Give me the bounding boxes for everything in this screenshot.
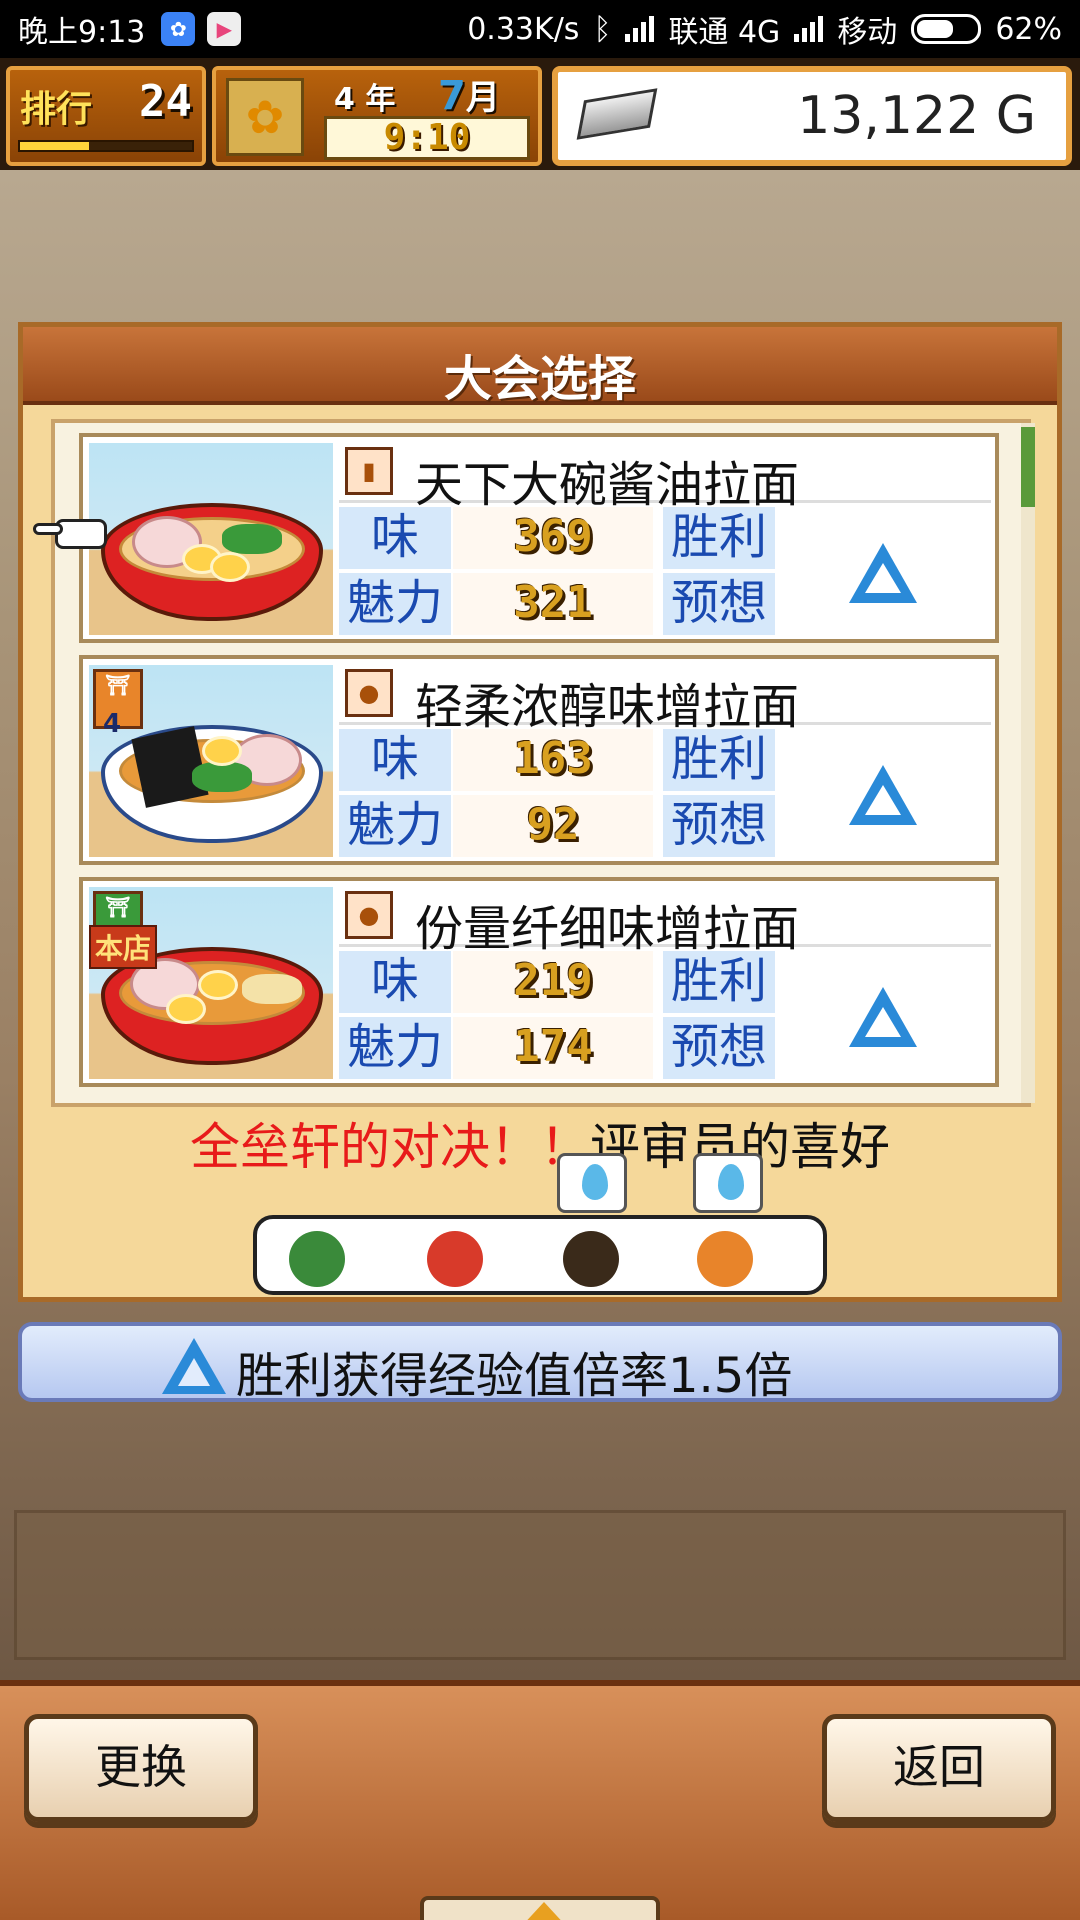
money-panel: 13,122 G — [552, 66, 1072, 166]
ramen-image — [89, 443, 333, 635]
bonus-text: 胜利获得经验值倍率1.5倍 — [236, 1348, 793, 1404]
item-header: ● 轻柔浓醇味增拉面 — [339, 661, 991, 735]
ramen-name: 天下大碗酱油拉面 — [415, 457, 800, 513]
ramen-item[interactable]: ⛩ 4 ● 轻柔浓醇味增拉面 味 163 胜利 魅力 92 预想 — [79, 655, 999, 865]
month-label: 7月 — [438, 73, 500, 119]
judge-panel — [253, 1153, 827, 1295]
win-forecast — [779, 507, 991, 637]
win-forecast — [779, 729, 991, 859]
rank-value: 24 — [139, 76, 192, 127]
shop-number: 4 — [103, 709, 122, 739]
top-hud: 排行 24 ✿ 4 年 7月 9:10 13,122 G — [0, 58, 1080, 170]
ramen-item[interactable]: ▮ 天下大碗酱油拉面 味 369 胜利 魅力 321 预想 — [79, 433, 999, 643]
rank-label: 排行 — [20, 89, 93, 130]
ramen-item[interactable]: ⛩ 本店 ● 份量纤细味增拉面 味 219 胜利 魅力 174 预想 — [79, 877, 999, 1087]
triangle-icon — [849, 765, 917, 825]
win-forecast — [779, 951, 991, 1081]
signal-icon — [794, 16, 824, 42]
miso-icon: ● — [345, 891, 393, 939]
scrollbar-thumb[interactable] — [1021, 427, 1035, 507]
signal-icon — [625, 16, 655, 42]
water-drop-icon — [582, 1164, 608, 1200]
tournament-select-dialog: 大会选择 ▮ 天下大碗酱油拉面 味 369 胜利 魅力 321 预想 ⛩ 4 ●… — [18, 322, 1062, 1302]
ramen-image: ⛩ 本店 — [89, 887, 333, 1079]
rank-progress-bar — [18, 140, 194, 152]
charm-label: 魅力 — [339, 795, 451, 857]
judge-avatar — [427, 1231, 483, 1287]
background-panel — [14, 1510, 1066, 1660]
carrier-mobile: 移动 — [837, 15, 898, 50]
versus-title: 全垒轩的对决！！ — [190, 1118, 590, 1176]
carrier-unicom: 联通 4G — [668, 15, 781, 50]
item-header: ▮ 天下大碗酱油拉面 — [339, 439, 991, 513]
judge-avatar — [289, 1231, 345, 1287]
back-button[interactable]: 返回 — [822, 1714, 1056, 1822]
judge-avatar — [563, 1231, 619, 1287]
forecast-label: 预想 — [663, 1017, 775, 1079]
date-panel: ✿ 4 年 7月 9:10 — [212, 66, 542, 166]
dialog-header: 大会选择 — [23, 327, 1057, 407]
item-header: ● 份量纤细味增拉面 — [339, 883, 991, 957]
taste-value: 219 — [453, 951, 653, 1013]
ramen-name: 份量纤细味增拉面 — [415, 901, 800, 957]
stat-grid: 味 369 胜利 魅力 321 预想 — [339, 507, 991, 639]
soy-sauce-icon: ▮ — [345, 447, 393, 495]
judge-bubble — [557, 1153, 627, 1213]
net-speed: 0.33K/s — [467, 11, 580, 47]
forecast-label: 预想 — [663, 795, 775, 857]
taste-value: 369 — [453, 507, 653, 569]
rank-panel[interactable]: 排行 24 — [6, 66, 206, 166]
hand-pointer-icon — [33, 513, 107, 553]
charm-value: 321 — [453, 573, 653, 635]
year-label: 4 年 — [334, 82, 396, 117]
win-label: 胜利 — [663, 951, 775, 1013]
charm-label: 魅力 — [339, 1017, 451, 1079]
footer: 更换 返回 — [0, 1680, 1080, 1920]
triangle-icon — [162, 1338, 226, 1394]
bowl-icon — [101, 503, 323, 621]
battery-icon — [911, 14, 982, 44]
play-app-icon: ▶ — [207, 12, 242, 46]
menu-tab-button[interactable] — [420, 1896, 660, 1920]
bowl-icon — [101, 725, 323, 843]
main-store-badge: 本店 — [89, 925, 158, 969]
win-label: 胜利 — [663, 507, 775, 569]
taste-label: 味 — [339, 951, 451, 1013]
miso-icon: ● — [345, 669, 393, 717]
scrollbar[interactable] — [1021, 423, 1035, 1103]
money-value: 13,122 G — [797, 86, 1036, 146]
ramen-name: 轻柔浓醇味增拉面 — [415, 679, 800, 735]
clock-display: 9:10 — [324, 116, 530, 160]
triangle-icon — [849, 543, 917, 603]
taste-label: 味 — [339, 507, 451, 569]
forecast-label: 预想 — [663, 573, 775, 635]
bluetooth-icon: ᛒ — [593, 11, 612, 47]
water-drop-icon — [718, 1164, 744, 1200]
taste-value: 163 — [453, 729, 653, 791]
battery-percent: 62% — [995, 11, 1062, 47]
charm-label: 魅力 — [339, 573, 451, 635]
change-button[interactable]: 更换 — [24, 1714, 258, 1822]
baidu-app-icon: ✿ — [161, 12, 196, 46]
status-bar: 晚上9:13 ✿ ▶ 0.33K/s ᛒ 联通 4G 移动 62% — [0, 0, 1080, 58]
money-bar-icon — [576, 88, 658, 140]
taste-label: 味 — [339, 729, 451, 791]
judge-bubble — [693, 1153, 763, 1213]
charm-value: 92 — [453, 795, 653, 857]
ramen-list[interactable]: ▮ 天下大碗酱油拉面 味 369 胜利 魅力 321 预想 ⛩ 4 ● 轻柔浓醇… — [51, 419, 1035, 1107]
judge-avatar — [697, 1231, 753, 1287]
stat-grid: 味 163 胜利 魅力 92 预想 — [339, 729, 991, 861]
bonus-banner: 胜利获得经验值倍率1.5倍 — [18, 1322, 1062, 1404]
ramen-image: ⛩ 4 — [89, 665, 333, 857]
versus-line: 全垒轩的对决！！评审员的喜好 — [23, 1107, 1057, 1179]
sunflower-icon: ✿ — [226, 78, 304, 156]
triangle-icon — [849, 987, 917, 1047]
dialog-title: 大会选择 — [443, 351, 636, 407]
win-label: 胜利 — [663, 729, 775, 791]
stat-grid: 味 219 胜利 魅力 174 预想 — [339, 951, 991, 1083]
status-time: 晚上9:13 — [18, 15, 146, 50]
charm-value: 174 — [453, 1017, 653, 1079]
